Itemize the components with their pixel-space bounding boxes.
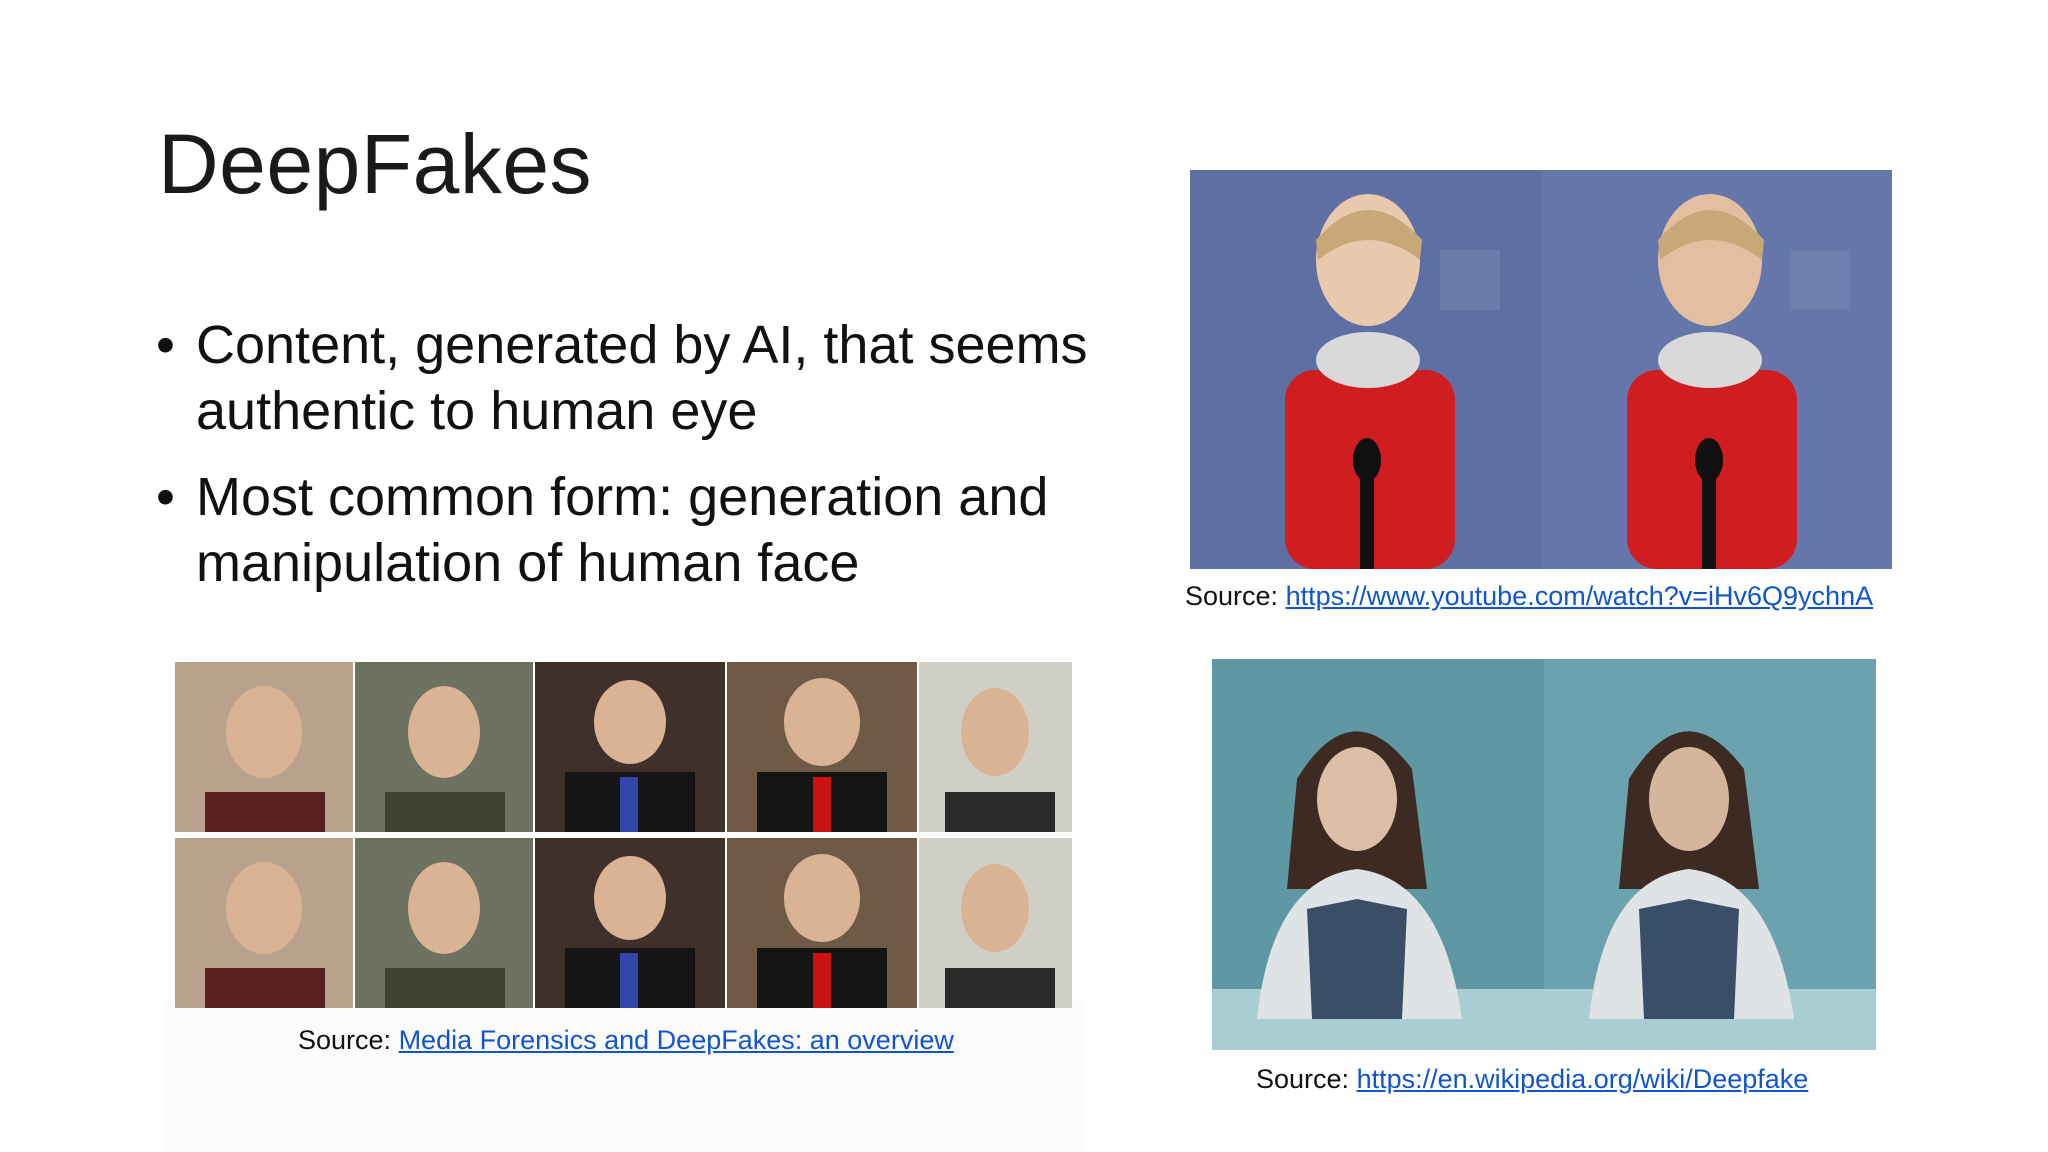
- bottom-left-caption: Source: Media Forensics and DeepFakes: a…: [298, 1024, 954, 1056]
- face-grid-placeholder: [175, 662, 1072, 1008]
- bullet-text: Content, generated by AI, that seems aut…: [196, 315, 1088, 441]
- deepfake-teal-image: [1212, 659, 1876, 1050]
- caption-prefix: Source:: [298, 1025, 399, 1055]
- bullet-dot: •: [156, 467, 175, 527]
- teal-photo-placeholder: [1212, 659, 1876, 1050]
- bottom-right-caption: Source: https://en.wikipedia.org/wiki/De…: [1256, 1063, 1808, 1095]
- caption-prefix: Source:: [1256, 1064, 1357, 1094]
- bullet-item: • Content, generated by AI, that seems a…: [156, 312, 1136, 444]
- top-right-caption: Source: https://www.youtube.com/watch?v=…: [1185, 580, 1873, 612]
- youtube-source-link[interactable]: https://www.youtube.com/watch?v=iHv6Q9yc…: [1286, 581, 1874, 611]
- bullet-text: Most common form: generation and manipul…: [196, 467, 1049, 593]
- slide: DeepFakes • Content, generated by AI, th…: [0, 0, 2048, 1152]
- deepfake-stage-image: [1190, 170, 1892, 569]
- bullet-dot: •: [156, 315, 175, 375]
- slide-title: DeepFakes: [158, 117, 593, 211]
- bullet-item: • Most common form: generation and manip…: [156, 464, 1136, 596]
- wikipedia-source-link[interactable]: https://en.wikipedia.org/wiki/Deepfake: [1357, 1064, 1809, 1094]
- face-grid-image: [175, 662, 1072, 1008]
- image-shadow-area: [163, 1000, 1083, 1152]
- stage-photo-placeholder: [1190, 170, 1892, 569]
- caption-prefix: Source:: [1185, 581, 1286, 611]
- bullet-list: • Content, generated by AI, that seems a…: [156, 312, 1136, 616]
- media-forensics-source-link[interactable]: Media Forensics and DeepFakes: an overvi…: [399, 1025, 954, 1055]
